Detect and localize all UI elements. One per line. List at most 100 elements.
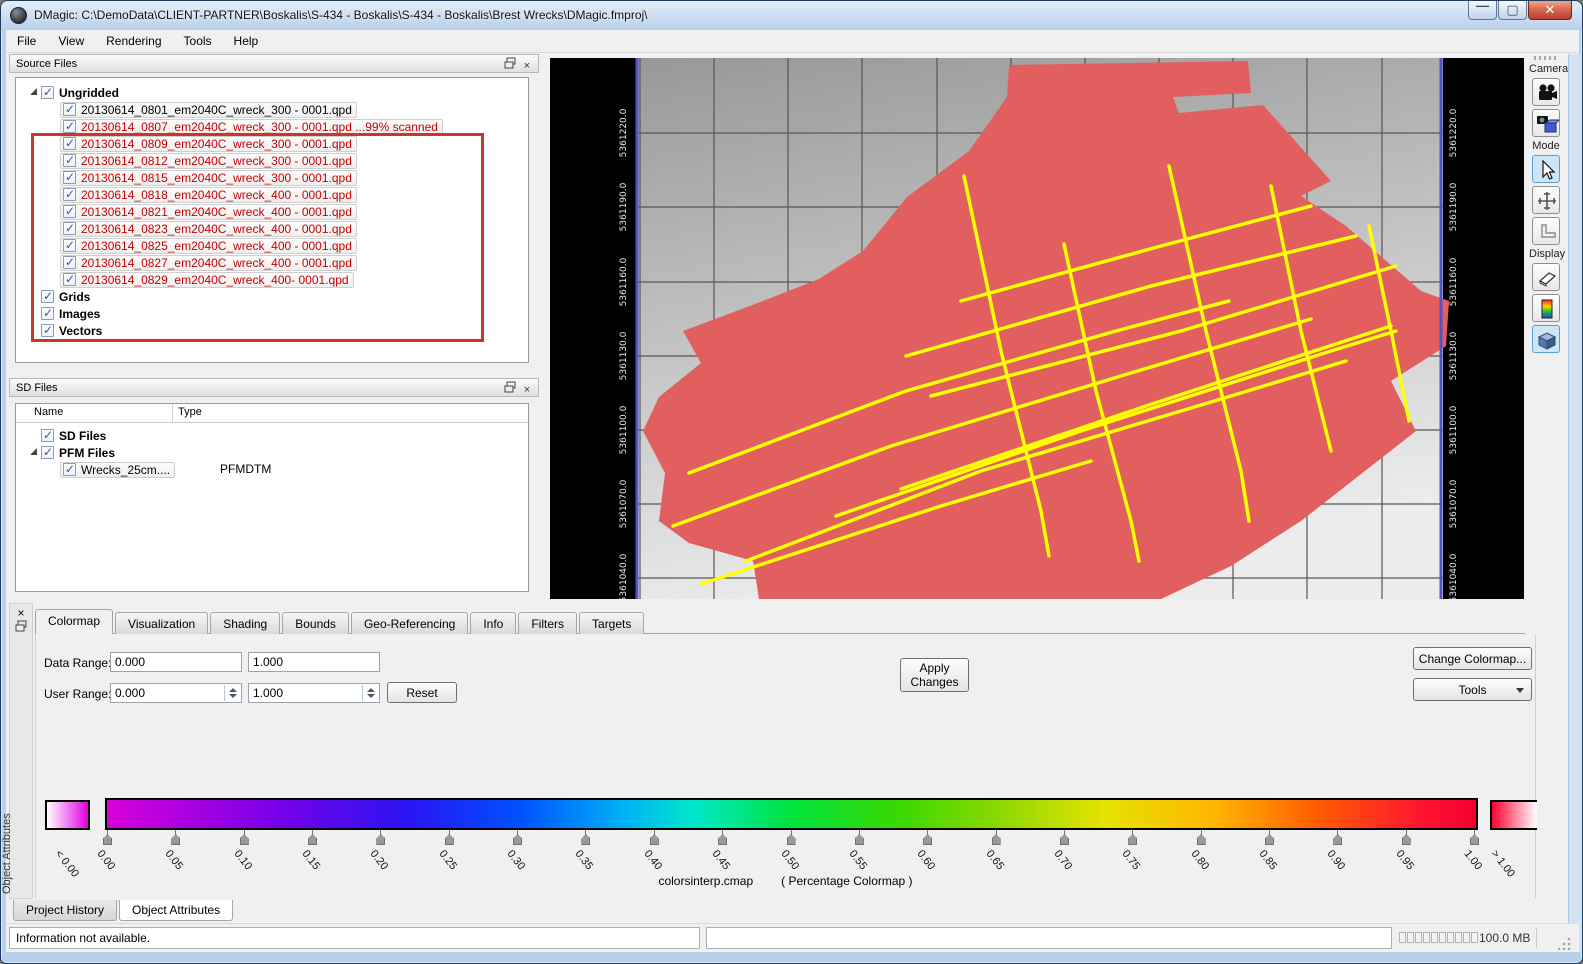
colorbar-gradient[interactable] — [105, 798, 1478, 830]
colorbar-tick-marker[interactable] — [1060, 834, 1069, 845]
menu-rendering[interactable]: Rendering — [95, 30, 172, 51]
sd-files-column-header[interactable]: Name Type — [16, 404, 528, 423]
source-files-panel-header[interactable]: Source Files × — [9, 54, 539, 73]
source-file-item[interactable]: 20130614_0809_em2040C_wreck_300 - 0001.q… — [60, 135, 357, 152]
tab-visualization[interactable]: Visualization — [115, 612, 208, 634]
checkbox[interactable] — [63, 188, 76, 201]
checkbox[interactable] — [63, 222, 76, 235]
close-panel-icon[interactable]: × — [520, 60, 534, 74]
toolbar-grip[interactable] — [1534, 56, 1558, 60]
checkbox[interactable] — [41, 429, 54, 442]
checkbox[interactable] — [41, 307, 54, 320]
apply-changes-button[interactable]: Apply Changes — [900, 658, 969, 692]
spin-up-icon[interactable] — [229, 688, 237, 692]
colorbar-tick-marker[interactable] — [923, 834, 932, 845]
sd-tree-item[interactable]: Wrecks_25cm....PFMDTM — [60, 461, 175, 478]
tree-item-ungridded[interactable]: Ungridded — [24, 84, 119, 101]
expander-icon[interactable] — [30, 88, 37, 95]
checkbox[interactable] — [63, 205, 76, 218]
user-range-min-spinbox[interactable]: 0.000 — [110, 683, 242, 703]
spin-up-icon[interactable] — [367, 688, 375, 692]
source-file-item[interactable]: 20130614_0829_em2040C_wreck_400- 0001.qp… — [60, 271, 354, 288]
menu-help[interactable]: Help — [223, 30, 270, 51]
eraser-display-button[interactable] — [1532, 263, 1560, 291]
maximize-button[interactable]: ▢ — [1498, 1, 1527, 20]
colorbar-tick-marker[interactable] — [445, 834, 454, 845]
checkbox[interactable] — [63, 103, 76, 116]
checkbox[interactable] — [41, 86, 54, 99]
tab-bounds[interactable]: Bounds — [282, 612, 349, 634]
close-panel-icon[interactable]: × — [520, 384, 534, 398]
tab-info[interactable]: Info — [470, 612, 516, 634]
right-scroll-strip[interactable] — [1568, 54, 1583, 951]
camera-view-button[interactable] — [1532, 78, 1560, 106]
select-mode-button[interactable] — [1532, 155, 1560, 183]
colorbar-tick-marker[interactable] — [240, 834, 249, 845]
source-file-item[interactable]: 20130614_0823_em2040C_wreck_400 - 0001.q… — [60, 220, 357, 237]
colorbar-tick-marker[interactable] — [171, 834, 180, 845]
colorbar-tick-marker[interactable] — [1197, 834, 1206, 845]
colorbar-tick-marker[interactable] — [1265, 834, 1274, 845]
sd-tree-item[interactable]: SD Files — [24, 427, 106, 444]
dock-title-strip[interactable]: × Object Attributes — [9, 603, 33, 899]
tab-targets[interactable]: Targets — [579, 612, 644, 634]
data-range-min-input[interactable]: 0.000 — [110, 652, 242, 672]
colorbar-tick-marker[interactable] — [376, 834, 385, 845]
checkbox[interactable] — [63, 171, 76, 184]
source-file-item[interactable]: 20130614_0818_em2040C_wreck_400 - 0001.q… — [60, 186, 357, 203]
checkbox[interactable] — [41, 290, 54, 303]
data-range-max-input[interactable]: 1.000 — [248, 652, 380, 672]
checkbox[interactable] — [63, 463, 76, 476]
checkbox[interactable] — [63, 154, 76, 167]
sd-tree-item[interactable]: PFM Files — [24, 444, 115, 461]
colorbar-tick-marker[interactable] — [1402, 834, 1411, 845]
colorbar-tick-marker[interactable] — [1470, 834, 1479, 845]
resize-grip[interactable] — [1558, 936, 1572, 950]
checkbox[interactable] — [41, 324, 54, 337]
source-file-item[interactable]: 20130614_0801_em2040C_wreck_300 - 0001.q… — [60, 101, 357, 118]
menu-tools[interactable]: Tools — [173, 30, 223, 51]
colorbar-tick-marker[interactable] — [103, 834, 112, 845]
colorbar-display-button[interactable] — [1532, 294, 1560, 322]
colorbar-tick-marker[interactable] — [855, 834, 864, 845]
measure-mode-button[interactable] — [1532, 217, 1560, 245]
reset-button[interactable]: Reset — [387, 682, 457, 703]
minimize-button[interactable]: — — [1468, 1, 1497, 20]
tab-filters[interactable]: Filters — [518, 612, 577, 634]
pan-mode-button[interactable] — [1532, 186, 1560, 214]
close-button[interactable]: ✕ — [1528, 1, 1572, 20]
colorbar-tick-marker[interactable] — [992, 834, 1001, 845]
dock-float-icon[interactable] — [10, 620, 32, 635]
tab-shading[interactable]: Shading — [210, 612, 280, 634]
surface-display-button[interactable] — [1532, 325, 1560, 353]
source-file-item[interactable]: 20130614_0807_em2040C_wreck_300 - 0001.q… — [60, 118, 443, 135]
menu-file[interactable]: File — [6, 30, 47, 51]
colorbar-tick-marker[interactable] — [1333, 834, 1342, 845]
spin-down-icon[interactable] — [367, 694, 375, 698]
menu-view[interactable]: View — [47, 30, 95, 51]
checkbox[interactable] — [41, 446, 54, 459]
colorbar-tick-marker[interactable] — [718, 834, 727, 845]
dock-tab-project-history[interactable]: Project History — [13, 900, 117, 921]
checkbox[interactable] — [63, 273, 76, 286]
expander-icon[interactable] — [30, 448, 37, 455]
colorbar-tick-marker[interactable] — [513, 834, 522, 845]
tab-geo-referencing[interactable]: Geo-Referencing — [351, 612, 468, 634]
tree-item-grids[interactable]: Grids — [24, 288, 90, 305]
change-colormap-button[interactable]: Change Colormap... — [1413, 647, 1532, 670]
user-range-max-spinbox[interactable]: 1.000 — [248, 683, 380, 703]
tab-colormap[interactable]: Colormap — [35, 609, 113, 634]
checkbox[interactable] — [63, 137, 76, 150]
float-panel-icon[interactable] — [503, 381, 517, 395]
title-bar[interactable]: DMagic: C:\DemoData\CLIENT-PARTNER\Boska… — [1, 1, 1582, 30]
float-panel-icon[interactable] — [503, 57, 517, 71]
source-file-item[interactable]: 20130614_0827_em2040C_wreck_400 - 0001.q… — [60, 254, 357, 271]
colorbar-tick-marker[interactable] — [787, 834, 796, 845]
source-file-item[interactable]: 20130614_0825_em2040C_wreck_400 - 0001.q… — [60, 237, 357, 254]
colorbar-tick-marker[interactable] — [1128, 834, 1137, 845]
column-type[interactable]: Type — [178, 406, 202, 418]
checkbox[interactable] — [63, 239, 76, 252]
dock-close-icon[interactable]: × — [10, 604, 32, 620]
colorbar-tick-marker[interactable] — [581, 834, 590, 845]
colorbar-tick-marker[interactable] — [650, 834, 659, 845]
